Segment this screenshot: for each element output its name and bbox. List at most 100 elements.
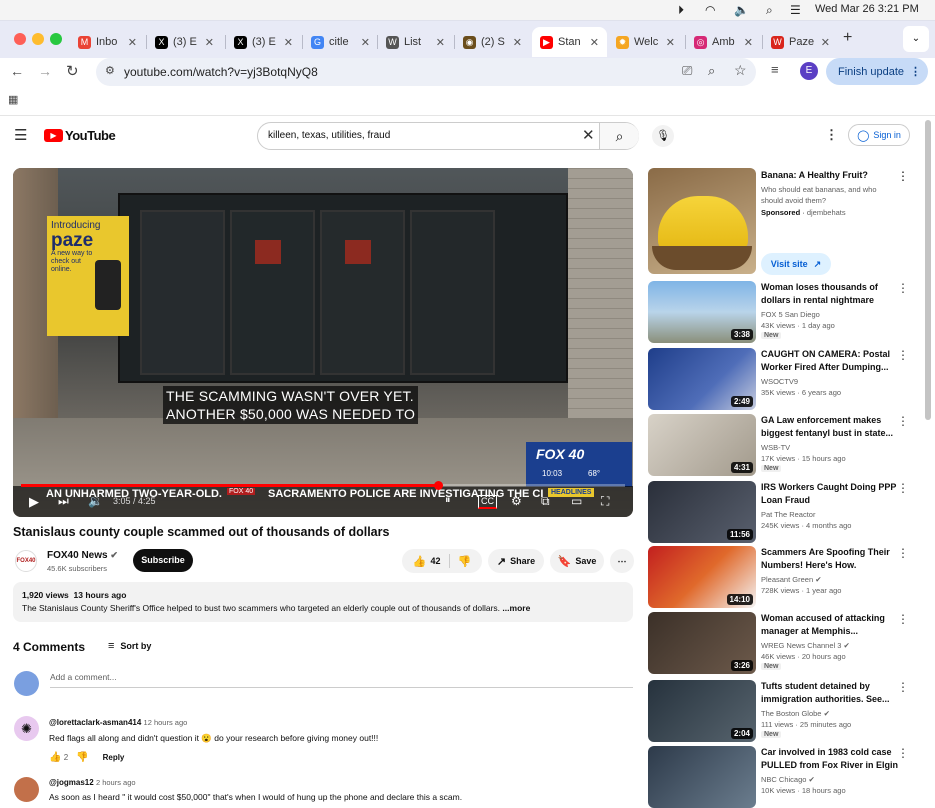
video-thumbnail[interactable]: 4:31 [648, 414, 756, 476]
tab-x[interactable]: X (3) E ✕ [147, 27, 222, 57]
tab-x[interactable]: X (3) E ✕ [226, 27, 301, 57]
subscribe-button[interactable]: Subscribe [133, 549, 193, 572]
volume-icon[interactable]: 🔈 [734, 3, 749, 17]
related-video-title[interactable]: Car involved in 1983 cold case PULLED fr… [761, 746, 901, 772]
video-thumbnail[interactable] [648, 746, 756, 808]
tab-instagram[interactable]: ◎ Amb ✕ [686, 27, 761, 57]
tab-wikipedia[interactable]: W List ✕ [378, 27, 453, 57]
reload-icon[interactable]: ↻ [66, 62, 79, 80]
ad-menu-kebab-icon[interactable]: ⋮ [897, 169, 909, 183]
close-tab-icon[interactable]: ✕ [590, 36, 599, 49]
like-count[interactable]: 42 [430, 556, 440, 566]
control-center-icon[interactable]: ☰ [790, 3, 801, 17]
miniplayer-icon[interactable]: ⧉ [541, 494, 550, 509]
youtube-logo[interactable]: ▶ YouTube [44, 128, 116, 143]
volume-icon[interactable]: 🔉 [88, 494, 103, 508]
related-video-title[interactable]: CAUGHT ON CAMERA: Postal Worker Fired Af… [761, 348, 901, 374]
commenter-avatar[interactable]: ✺ [14, 716, 39, 741]
video-thumbnail[interactable]: 11:56 [648, 481, 756, 543]
forward-arrow-icon[interactable]: → [38, 63, 52, 79]
video-menu-kebab-icon[interactable]: ⋮ [897, 546, 909, 560]
minimize-window-button[interactable] [32, 33, 44, 45]
related-video-item[interactable]: Car involved in 1983 cold case PULLED fr… [648, 746, 918, 808]
video-menu-kebab-icon[interactable]: ⋮ [897, 281, 909, 295]
related-channel-name[interactable]: WSOCTV9 [761, 377, 798, 386]
like-icon[interactable]: 👍 [413, 555, 427, 568]
related-channel-name[interactable]: FOX 5 San Diego [761, 310, 820, 319]
search-icon[interactable]: ⌕ [599, 123, 639, 149]
related-channel-name[interactable]: The Boston Globe [761, 709, 821, 718]
description-box[interactable]: 1,920 views 13 hours ago The Stanislaus … [13, 582, 633, 622]
reply-button[interactable]: Reply [103, 753, 125, 762]
clear-search-icon[interactable]: ✕ [582, 126, 595, 144]
comment-time[interactable]: 12 hours ago [144, 718, 188, 727]
related-channel-name[interactable]: WREG News Channel 3 [761, 641, 841, 650]
related-video-title[interactable]: Tufts student detained by immigration au… [761, 680, 901, 706]
captions-icon[interactable]: CC [478, 495, 497, 509]
related-channel-name[interactable]: NBC Chicago [761, 775, 806, 784]
video-menu-kebab-icon[interactable]: ⋮ [897, 680, 909, 694]
channel-name[interactable]: FOX40 News [47, 550, 108, 561]
wifi-icon[interactable]: ◠ [705, 3, 715, 17]
tab-gmail[interactable]: M Inbo ✕ [70, 27, 145, 57]
sort-by-button[interactable]: ≡ Sort by [108, 640, 151, 652]
url-text[interactable]: youtube.com/watch?v=yj3BotqNyQ8 [124, 65, 318, 79]
close-tab-icon[interactable]: ✕ [284, 36, 293, 49]
tab-sun[interactable]: ✹ Welc ✕ [608, 27, 683, 57]
zoom-icon[interactable]: ⌕ [708, 63, 715, 79]
related-video-item[interactable]: 3:38 Woman loses thousands of dollars in … [648, 281, 918, 343]
progress-track[interactable] [21, 481, 625, 490]
related-video-item[interactable]: 2:49 CAUGHT ON CAMERA: Postal Worker Fire… [648, 348, 918, 410]
page-scrollbar[interactable] [925, 120, 931, 420]
spotlight-search-icon[interactable]: ⌕ [766, 3, 773, 18]
video-menu-kebab-icon[interactable]: ⋮ [897, 481, 909, 495]
add-comment-input[interactable]: Add a comment... [50, 672, 633, 688]
hamburger-menu-icon[interactable]: ☰ [14, 126, 27, 144]
progress-scrubber[interactable] [433, 481, 443, 490]
search-input[interactable]: killeen, texas, utilities, fraud [268, 130, 390, 141]
related-video-item[interactable]: 2:04 Tufts student detained by immigratio… [648, 680, 918, 742]
fullscreen-icon[interactable]: ⛶ [601, 494, 609, 509]
sign-in-button[interactable]: ◯ Sign in [848, 124, 910, 146]
comment-dislike-icon[interactable]: 👎 [76, 752, 88, 763]
tab-search-dropdown-button[interactable]: ⌄ [903, 26, 929, 52]
settings-gear-icon[interactable]: ⚙ [511, 494, 522, 508]
related-video-title[interactable]: GA Law enforcement makes biggest fentany… [761, 414, 901, 440]
back-arrow-icon[interactable]: ← [10, 63, 24, 79]
related-video-title[interactable]: Woman loses thousands of dollars in rent… [761, 281, 901, 307]
tab-google[interactable]: Gcitle ✕ [303, 27, 378, 57]
cast-icon[interactable]: ⎚ [682, 63, 692, 79]
comment-author[interactable]: @jogmas12 [49, 778, 94, 787]
related-video-title[interactable]: Scammers Are Spoofing Their Numbers! Her… [761, 546, 901, 572]
new-tab-button[interactable]: + [843, 29, 852, 47]
finish-update-button[interactable]: Finish update ⋮ [826, 58, 928, 85]
video-menu-kebab-icon[interactable]: ⋮ [897, 612, 909, 626]
tab-youtube[interactable]: ▶ Stan ✕ [532, 27, 607, 57]
related-channel-name[interactable]: Pat The Reactor [761, 510, 815, 519]
play-icon[interactable]: ▶ [29, 494, 39, 510]
comment-author[interactable]: @lorettaclark-asman414 [49, 718, 141, 727]
video-menu-kebab-icon[interactable]: ⋮ [897, 414, 909, 428]
ad-title[interactable]: Banana: A Healthy Fruit? [761, 170, 868, 180]
related-channel-name[interactable]: Pleasant Green [761, 575, 813, 584]
comment-like-icon[interactable]: 👍 [49, 752, 61, 763]
more-actions-button[interactable]: ⋯ [610, 549, 634, 573]
related-video-item[interactable]: 3:26 Woman accused of attacking manager a… [648, 612, 918, 674]
comment-time[interactable]: 2 hours ago [96, 778, 136, 787]
video-thumbnail[interactable]: 3:38 [648, 281, 756, 343]
ad-thumbnail[interactable] [648, 168, 756, 274]
related-video-item[interactable]: 14:10 Scammers Are Spoofing Their Numbers… [648, 546, 918, 608]
dislike-icon[interactable]: 👎 [458, 555, 472, 568]
channel-name-row[interactable]: FOX40 News ✔ [47, 550, 118, 561]
tab-site[interactable]: ◉ (2) S ✕ [455, 27, 530, 57]
close-tab-icon[interactable]: ✕ [744, 36, 753, 49]
related-video-item[interactable]: 4:31 GA Law enforcement makes biggest fen… [648, 414, 918, 476]
reading-list-icon[interactable]: ≡ [771, 62, 779, 77]
zoom-window-button[interactable] [50, 33, 62, 45]
video-thumbnail[interactable]: 2:49 [648, 348, 756, 410]
video-thumbnail[interactable]: 14:10 [648, 546, 756, 608]
related-video-item[interactable]: 11:56 IRS Workers Caught Doing PPP Loan F… [648, 481, 918, 543]
play-circle-icon[interactable]: ⏵ [678, 3, 684, 18]
close-tab-icon[interactable]: ✕ [128, 36, 137, 49]
save-button[interactable]: 🔖 Save [550, 549, 604, 573]
